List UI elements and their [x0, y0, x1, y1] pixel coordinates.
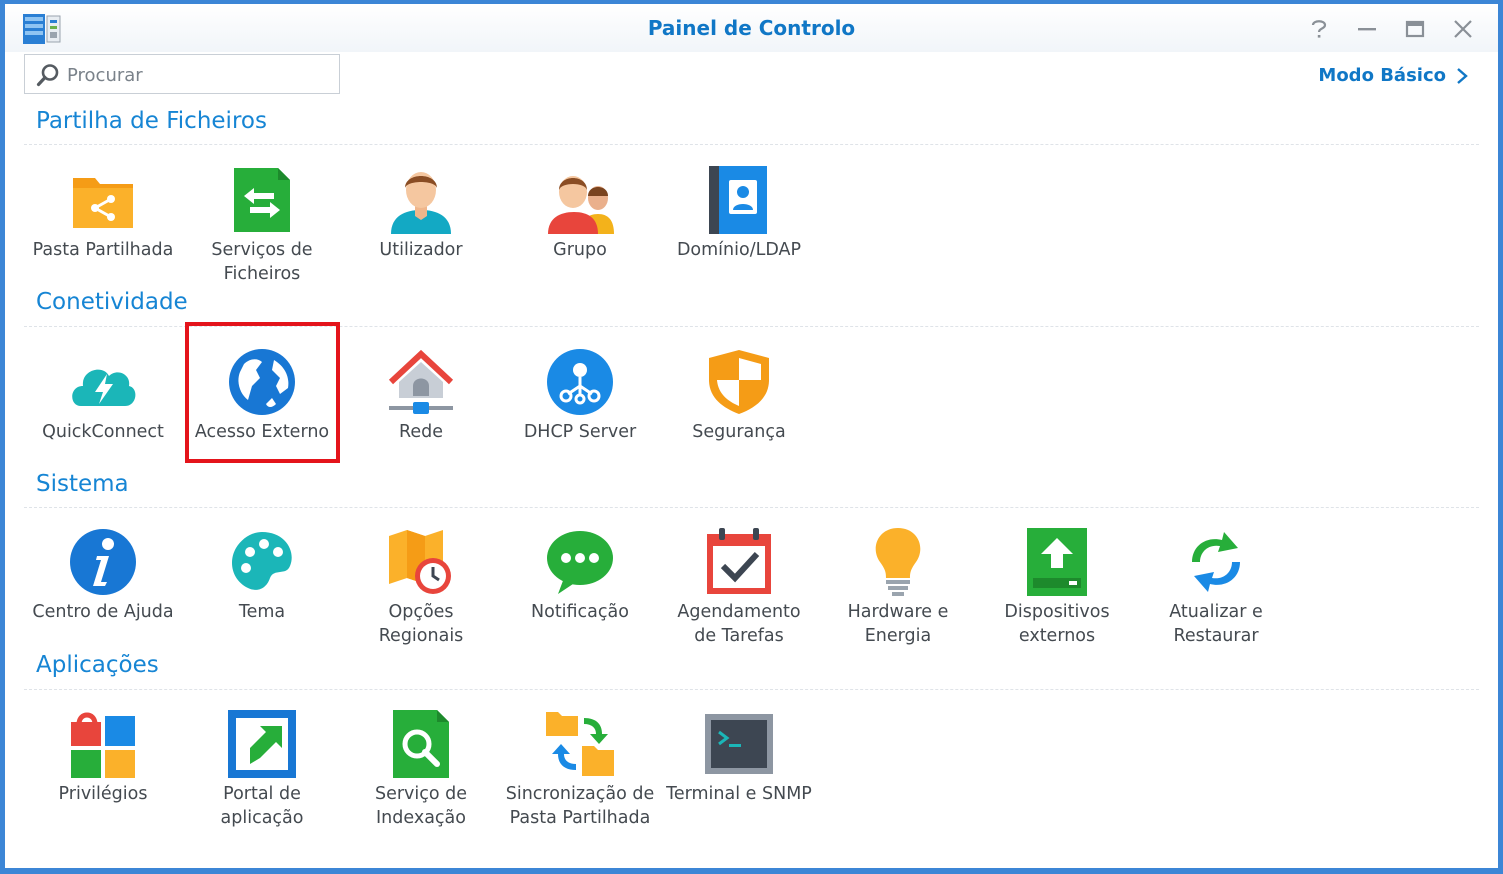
- file-services-icon: [234, 168, 290, 232]
- network-icon: [388, 349, 454, 414]
- item-label: Privilégios: [58, 784, 148, 804]
- item-shared-folder-sync[interactable]: Sincronização de Pasta Partilhada: [501, 708, 659, 830]
- user-icon: [391, 172, 451, 234]
- item-user[interactable]: Utilizador: [342, 164, 500, 262]
- domain-ldap-icon: [709, 166, 767, 234]
- section-divider: [24, 507, 1479, 508]
- item-shared-folder[interactable]: Pasta Partilhada: [24, 164, 182, 262]
- indexing-service-icon: [393, 710, 449, 778]
- section-title-system: Sistema: [36, 471, 129, 497]
- item-terminal-snmp[interactable]: Terminal e SNMP: [660, 708, 818, 806]
- section-divider: [24, 689, 1479, 690]
- section-title-applications: Aplicações: [36, 652, 159, 678]
- calendar-check-icon: [707, 528, 771, 594]
- item-label: Dispositivos externos: [1004, 602, 1110, 646]
- search-input[interactable]: [65, 61, 329, 89]
- item-label: Atualizar e Restaurar: [1169, 602, 1263, 646]
- item-external-devices[interactable]: Dispositivos externos: [978, 526, 1136, 648]
- item-label: Hardware e Energia: [847, 602, 949, 646]
- item-label: Notificação: [531, 602, 629, 622]
- item-label: Utilizador: [379, 240, 463, 260]
- item-network[interactable]: Rede: [342, 346, 500, 444]
- item-theme[interactable]: Tema: [183, 526, 341, 624]
- item-group[interactable]: Grupo: [501, 164, 659, 262]
- item-file-services[interactable]: Serviços de Ficheiros: [183, 164, 341, 286]
- item-label: Serviço de Indexação: [374, 784, 468, 828]
- item-quickconnect[interactable]: QuickConnect: [24, 346, 182, 444]
- group-icon: [548, 176, 614, 234]
- shared-folder-icon: [73, 178, 133, 228]
- item-privileges[interactable]: Privilégios: [24, 708, 182, 806]
- chevron-right-icon: [1457, 67, 1468, 84]
- item-label: Tema: [238, 602, 286, 622]
- item-notification[interactable]: Notificação: [501, 526, 659, 624]
- item-label: Sincronização de Pasta Partilhada: [505, 784, 655, 828]
- search-icon: [36, 64, 59, 87]
- regional-options-icon: [389, 530, 451, 594]
- item-label: Segurança: [692, 422, 786, 442]
- control-panel-window: Painel de Controlo Procurar Modo Básico …: [5, 4, 1498, 868]
- highlight-frame-external-access: [185, 322, 340, 463]
- section-divider: [24, 144, 1479, 145]
- search-box[interactable]: [24, 54, 340, 94]
- item-label: Serviços de Ficheiros: [211, 240, 313, 284]
- section-title-file-sharing: Partilha de Ficheiros: [36, 108, 267, 134]
- item-update-restore[interactable]: Atualizar e Restaurar: [1137, 526, 1295, 648]
- palette-icon: [232, 532, 292, 590]
- item-label: Portal de aplicação: [220, 784, 304, 828]
- close-icon: [1454, 20, 1472, 38]
- minimize-button[interactable]: [1354, 16, 1380, 42]
- title-bar[interactable]: Painel de Controlo: [5, 4, 1498, 52]
- item-label: Terminal e SNMP: [666, 784, 812, 804]
- external-device-icon: [1027, 528, 1087, 596]
- lightbulb-icon: [875, 528, 921, 596]
- item-label: Pasta Partilhada: [32, 240, 174, 260]
- item-label: QuickConnect: [42, 422, 164, 442]
- security-shield-icon: [709, 350, 769, 414]
- section-title-connectivity: Conetividade: [36, 289, 188, 315]
- dhcp-server-icon: [547, 349, 613, 415]
- minimize-icon: [1358, 28, 1376, 31]
- help-icon: [1311, 20, 1327, 38]
- quickconnect-icon: [72, 369, 136, 406]
- item-label: Agendamento de Tarefas: [677, 602, 801, 646]
- item-application-portal[interactable]: Portal de aplicação: [183, 708, 341, 830]
- item-label: DHCP Server: [523, 422, 637, 442]
- item-task-scheduler[interactable]: Agendamento de Tarefas: [660, 526, 818, 648]
- close-button[interactable]: [1450, 16, 1476, 42]
- item-help-center[interactable]: Centro de Ajuda: [24, 526, 182, 624]
- update-restore-icon: [1192, 532, 1240, 592]
- item-regional-options[interactable]: Opções Regionais: [342, 526, 500, 648]
- help-button[interactable]: [1306, 16, 1332, 42]
- terminal-icon: [705, 714, 773, 774]
- maximize-icon: [1405, 20, 1425, 38]
- item-label: Opções Regionais: [378, 602, 464, 646]
- maximize-button[interactable]: [1402, 16, 1428, 42]
- privileges-icon: [71, 712, 135, 778]
- shared-folder-sync-icon: [546, 712, 614, 776]
- basic-mode-link[interactable]: Modo Básico: [1318, 65, 1468, 86]
- window-title: Painel de Controlo: [647, 16, 856, 40]
- window-controls: [1306, 16, 1476, 42]
- info-icon: [70, 529, 136, 595]
- item-hardware-power[interactable]: Hardware e Energia: [819, 526, 977, 648]
- item-label: Domínio/LDAP: [676, 240, 802, 260]
- item-dhcp-server[interactable]: DHCP Server: [501, 346, 659, 444]
- item-label: Centro de Ajuda: [32, 602, 174, 622]
- item-label: Grupo: [553, 240, 607, 260]
- item-indexing-service[interactable]: Serviço de Indexação: [342, 708, 500, 830]
- notification-icon: [547, 531, 613, 594]
- item-domain-ldap[interactable]: Domínio/LDAP: [660, 164, 818, 262]
- basic-mode-label: Modo Básico: [1318, 65, 1446, 86]
- item-security[interactable]: Segurança: [660, 346, 818, 444]
- item-label: Rede: [398, 422, 443, 442]
- application-portal-icon: [228, 710, 296, 778]
